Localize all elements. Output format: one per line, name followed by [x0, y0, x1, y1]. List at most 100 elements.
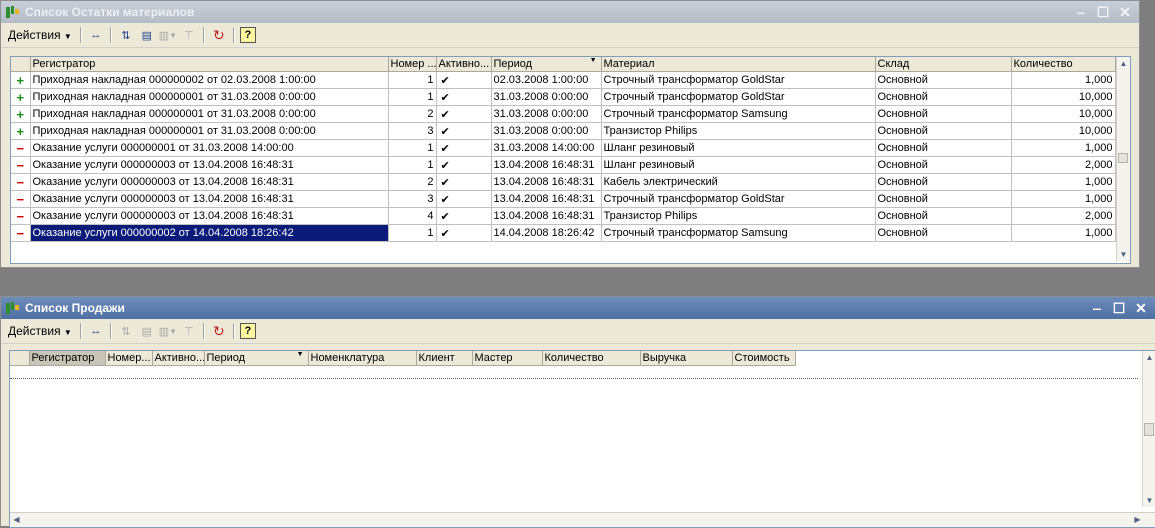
- expand-columns-icon[interactable]: ↔: [87, 26, 105, 44]
- column-header-active[interactable]: Активно...: [152, 351, 205, 366]
- cell-period: 31.03.2008 14:00:00: [491, 139, 602, 157]
- table-row[interactable]: + Приходная накладная 000000001 от 31.03.…: [11, 88, 1116, 106]
- scroll-down-icon[interactable]: ▼: [1143, 494, 1155, 507]
- column-header-nomenclature[interactable]: Номенклатура: [308, 351, 417, 366]
- cell-period: 31.03.2008 0:00:00: [491, 88, 602, 106]
- cell-number: 3: [388, 122, 437, 140]
- cell-material: Строчный трансформатор GoldStar: [601, 190, 876, 208]
- toolbar: Действия ▼ ↔ ⇅ ▤ ▥ ▼ ⊤ ↻ ?: [1, 23, 1139, 48]
- toolbar-separator: [109, 27, 112, 43]
- clear-filter-icon[interactable]: ⊤: [180, 26, 198, 44]
- cell-period: 13.04.2008 16:48:31: [491, 156, 602, 174]
- cell-material: Строчный трансформатор GoldStar: [601, 88, 876, 106]
- scroll-thumb[interactable]: [1144, 423, 1154, 436]
- help-icon[interactable]: ?: [239, 323, 256, 339]
- column-header-revenue[interactable]: Выручка: [640, 351, 733, 366]
- cell-period: 13.04.2008 16:48:31: [491, 190, 602, 208]
- maximize-icon[interactable]: ☐: [1095, 4, 1111, 20]
- scroll-up-icon[interactable]: ▲: [1143, 351, 1155, 364]
- filter-icon[interactable]: ⇅: [117, 322, 135, 340]
- row-type-plus-icon: +: [11, 71, 31, 89]
- refresh-icon[interactable]: ↻: [210, 26, 228, 44]
- toolbar-separator: [109, 323, 112, 339]
- cell-registrar: Приходная накладная 000000001 от 31.03.2…: [30, 122, 389, 140]
- maximize-icon[interactable]: ☐: [1111, 300, 1127, 316]
- check-icon: ✔: [436, 190, 492, 208]
- cell-registrar: Оказание услуги 000000003 от 13.04.2008 …: [30, 173, 389, 191]
- cell-quantity: 10,000: [1011, 105, 1116, 123]
- actions-menu[interactable]: Действия ▼: [5, 28, 75, 42]
- close-icon[interactable]: ✕: [1117, 4, 1133, 20]
- copy-icon[interactable]: ▤: [138, 322, 156, 340]
- prodazhi-table[interactable]: Регистратор Номер... Активно... Период ▼ …: [9, 350, 1155, 528]
- period-label: Период: [493, 58, 533, 70]
- scroll-right-icon[interactable]: ▶: [1131, 513, 1144, 526]
- vertical-scrollbar[interactable]: ▲ ▼: [1142, 351, 1155, 507]
- table-row[interactable]: − Оказание услуги 000000003 от 13.04.2008…: [11, 207, 1116, 225]
- scroll-up-icon[interactable]: ▲: [1117, 57, 1130, 70]
- cell-quantity: 10,000: [1011, 88, 1116, 106]
- app-icon: [6, 302, 19, 314]
- table-row[interactable]: − Оказание услуги 000000003 от 13.04.2008…: [11, 156, 1116, 174]
- help-icon[interactable]: ?: [239, 27, 256, 43]
- cell-warehouse: Основной: [875, 88, 1012, 106]
- column-header-registrar[interactable]: Регистратор: [29, 351, 106, 366]
- column-header-period[interactable]: Период ▼: [491, 57, 602, 72]
- cell-number: 2: [388, 173, 437, 191]
- row-type-minus-icon: −: [11, 156, 31, 174]
- toolbar-separator: [79, 323, 82, 339]
- column-header-master[interactable]: Мастер: [472, 351, 543, 366]
- scroll-thumb[interactable]: [1118, 153, 1128, 163]
- minimize-icon[interactable]: ‒: [1073, 4, 1089, 20]
- horizontal-scrollbar[interactable]: ◀ ▶: [10, 512, 1155, 527]
- list-icon[interactable]: ▥ ▼: [159, 26, 177, 44]
- row-type-plus-icon: +: [11, 105, 31, 123]
- clear-filter-icon[interactable]: ⊤: [180, 322, 198, 340]
- refresh-icon[interactable]: ↻: [210, 322, 228, 340]
- cell-number: 1: [388, 156, 437, 174]
- empty-row[interactable]: [10, 366, 1138, 379]
- column-header-period[interactable]: Период ▼: [204, 351, 309, 366]
- ostatki-table[interactable]: Регистратор Номер ... Активно... Период ▼…: [10, 56, 1131, 264]
- actions-menu[interactable]: Действия ▼: [5, 324, 75, 338]
- column-header-mark: [10, 351, 30, 366]
- column-header-active[interactable]: Активно...: [436, 57, 492, 72]
- column-header-client[interactable]: Клиент: [416, 351, 473, 366]
- table-row[interactable]: − Оказание услуги 000000003 от 13.04.2008…: [11, 173, 1116, 191]
- row-type-minus-icon: −: [11, 173, 31, 191]
- cell-material: Строчный трансформатор GoldStar: [601, 71, 876, 89]
- table-row[interactable]: + Приходная накладная 000000001 от 31.03.…: [11, 105, 1116, 123]
- list-icon[interactable]: ▥ ▼: [159, 322, 177, 340]
- cell-warehouse: Основной: [875, 224, 1012, 242]
- row-type-plus-icon: +: [11, 88, 31, 106]
- column-header-number[interactable]: Номер ...: [388, 57, 437, 72]
- minimize-icon[interactable]: ‒: [1089, 300, 1105, 316]
- title-bar[interactable]: Список Остатки материалов ‒ ☐ ✕: [1, 1, 1139, 23]
- table-row[interactable]: + Приходная накладная 000000001 от 31.03.…: [11, 122, 1116, 140]
- title-bar[interactable]: Список Продажи ‒ ☐ ✕: [1, 297, 1155, 319]
- table-row[interactable]: − Оказание услуги 000000003 от 13.04.2008…: [11, 190, 1116, 208]
- table-row[interactable]: − Оказание услуги 000000001 от 31.03.2008…: [11, 139, 1116, 157]
- close-icon[interactable]: ✕: [1133, 300, 1149, 316]
- column-header-material[interactable]: Материал: [601, 57, 876, 72]
- cell-quantity: 2,000: [1011, 156, 1116, 174]
- column-header-quantity[interactable]: Количество: [1011, 57, 1116, 72]
- row-type-minus-icon: −: [11, 139, 31, 157]
- scroll-left-icon[interactable]: ◀: [10, 513, 23, 526]
- vertical-scrollbar[interactable]: ▲ ▼: [1116, 57, 1130, 261]
- column-header-number[interactable]: Номер...: [105, 351, 153, 366]
- filter-icon[interactable]: ⇅: [117, 26, 135, 44]
- column-header-warehouse[interactable]: Склад: [875, 57, 1012, 72]
- copy-icon[interactable]: ▤: [138, 26, 156, 44]
- table-row[interactable]: + Приходная накладная 000000002 от 02.03.…: [11, 71, 1116, 89]
- expand-columns-icon[interactable]: ↔: [87, 322, 105, 340]
- toolbar-separator: [202, 27, 205, 43]
- column-header-registrar[interactable]: Регистратор: [30, 57, 389, 72]
- column-header-cost[interactable]: Стоимость: [732, 351, 796, 366]
- column-header-quantity[interactable]: Количество: [542, 351, 641, 366]
- table-row[interactable]: − Оказание услуги 000000002 от 14.04.2008…: [11, 224, 1116, 242]
- cell-material: Транзистор Philips: [601, 122, 876, 140]
- cell-number: 1: [388, 139, 437, 157]
- scroll-down-icon[interactable]: ▼: [1117, 248, 1130, 261]
- cell-registrar: Оказание услуги 000000001 от 31.03.2008 …: [30, 139, 389, 157]
